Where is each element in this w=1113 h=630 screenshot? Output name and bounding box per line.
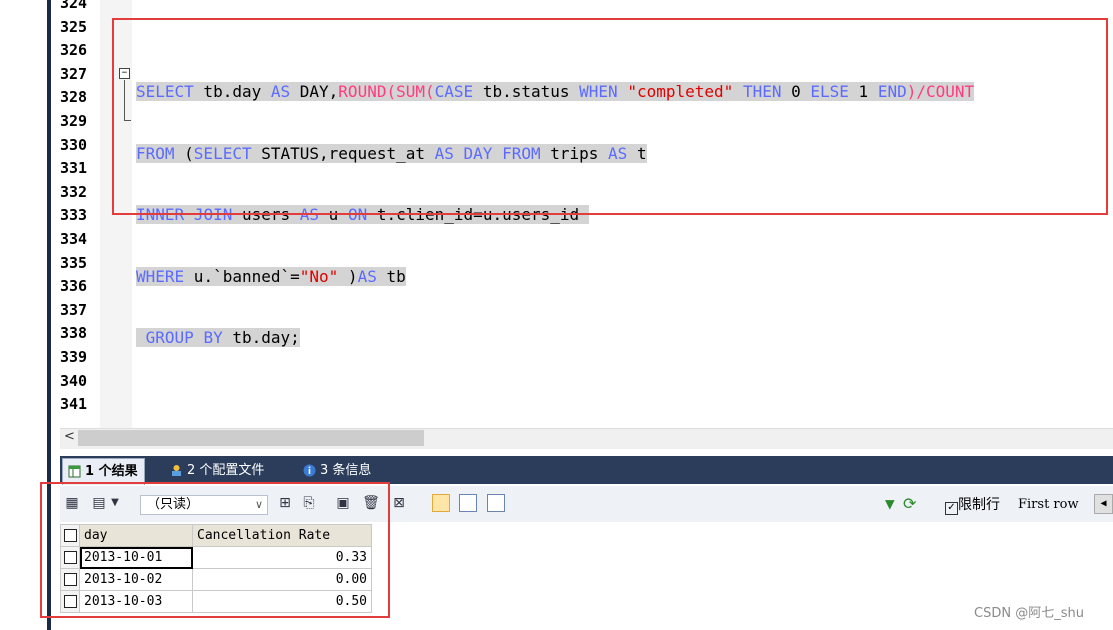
checkbox-icon: ✓ — [945, 502, 958, 515]
kw-group: GROUP — [145, 328, 194, 348]
code-token: ) — [338, 266, 358, 286]
kw-by: BY — [203, 328, 223, 348]
line-number: 329 — [60, 111, 88, 130]
form-view-button[interactable] — [459, 494, 477, 512]
line-number: 332 — [60, 182, 88, 201]
code-line-330: GROUP BY tb.day; — [136, 326, 974, 350]
line-number-gutter: 324 325 326 327 328 329 330 331 332 333 … — [60, 0, 100, 417]
line-number: 333 — [60, 206, 88, 225]
highlight-frame-results — [40, 482, 390, 618]
tab-results[interactable]: 1 个结果 — [62, 458, 145, 485]
discard-icon[interactable]: ⊠ — [390, 494, 408, 512]
line-number: 328 — [60, 88, 88, 107]
kw-where: WHERE — [136, 266, 185, 286]
refresh-icon[interactable]: ⟳ — [903, 494, 916, 513]
code-line-329: WHERE u.`banned`="No" )AS tb — [136, 265, 974, 289]
profile-icon — [172, 465, 181, 476]
code-token: tb — [376, 266, 406, 286]
tab-label: 2 个配置文件 — [187, 463, 265, 478]
line-number: 324 — [60, 0, 88, 12]
tab-label: 1 个结果 — [85, 464, 138, 479]
line-number: 327 — [60, 64, 88, 83]
line-number: 334 — [60, 229, 88, 248]
info-icon — [303, 464, 316, 477]
scrollbar-thumb[interactable] — [78, 430, 424, 446]
outer-left-margin — [0, 0, 30, 630]
line-number: 335 — [60, 253, 88, 272]
text-view-button[interactable] — [487, 494, 505, 512]
grid-results-icon — [68, 465, 81, 478]
line-number: 325 — [60, 17, 88, 36]
line-number: 339 — [60, 347, 88, 366]
code-token: tb.day; — [222, 328, 300, 348]
prev-page-icon[interactable]: ◀ — [1094, 494, 1113, 514]
highlight-frame-query — [112, 18, 1108, 215]
limit-rows-label: 限制行 — [958, 497, 1000, 513]
line-number: 338 — [60, 324, 88, 343]
tab-messages[interactable]: 3 条信息 — [298, 458, 377, 484]
limit-rows-checkbox[interactable]: ✓ 限制行 — [945, 495, 1000, 515]
line-number: 336 — [60, 277, 88, 296]
line-number: 326 — [60, 41, 88, 60]
line-number: 331 — [60, 159, 88, 178]
first-row-label: First row — [1018, 497, 1079, 512]
watermark: CSDN @阿七_shu — [974, 606, 1084, 621]
line-number: 341 — [60, 395, 88, 414]
tab-label: 3 条信息 — [320, 463, 372, 478]
kw-as: AS — [357, 266, 377, 286]
line-number: 330 — [60, 135, 88, 154]
str-no: "No" — [299, 266, 339, 286]
filter-icon[interactable]: ▼ — [885, 494, 895, 513]
tab-profiles[interactable]: 2 个配置文件 — [165, 458, 270, 484]
scroll-left-arrow-icon[interactable]: < — [64, 429, 75, 444]
code-token: u.`banned`= — [184, 266, 300, 286]
line-number: 337 — [60, 300, 88, 319]
grid-view-button[interactable] — [432, 494, 450, 512]
line-number: 340 — [60, 371, 88, 390]
